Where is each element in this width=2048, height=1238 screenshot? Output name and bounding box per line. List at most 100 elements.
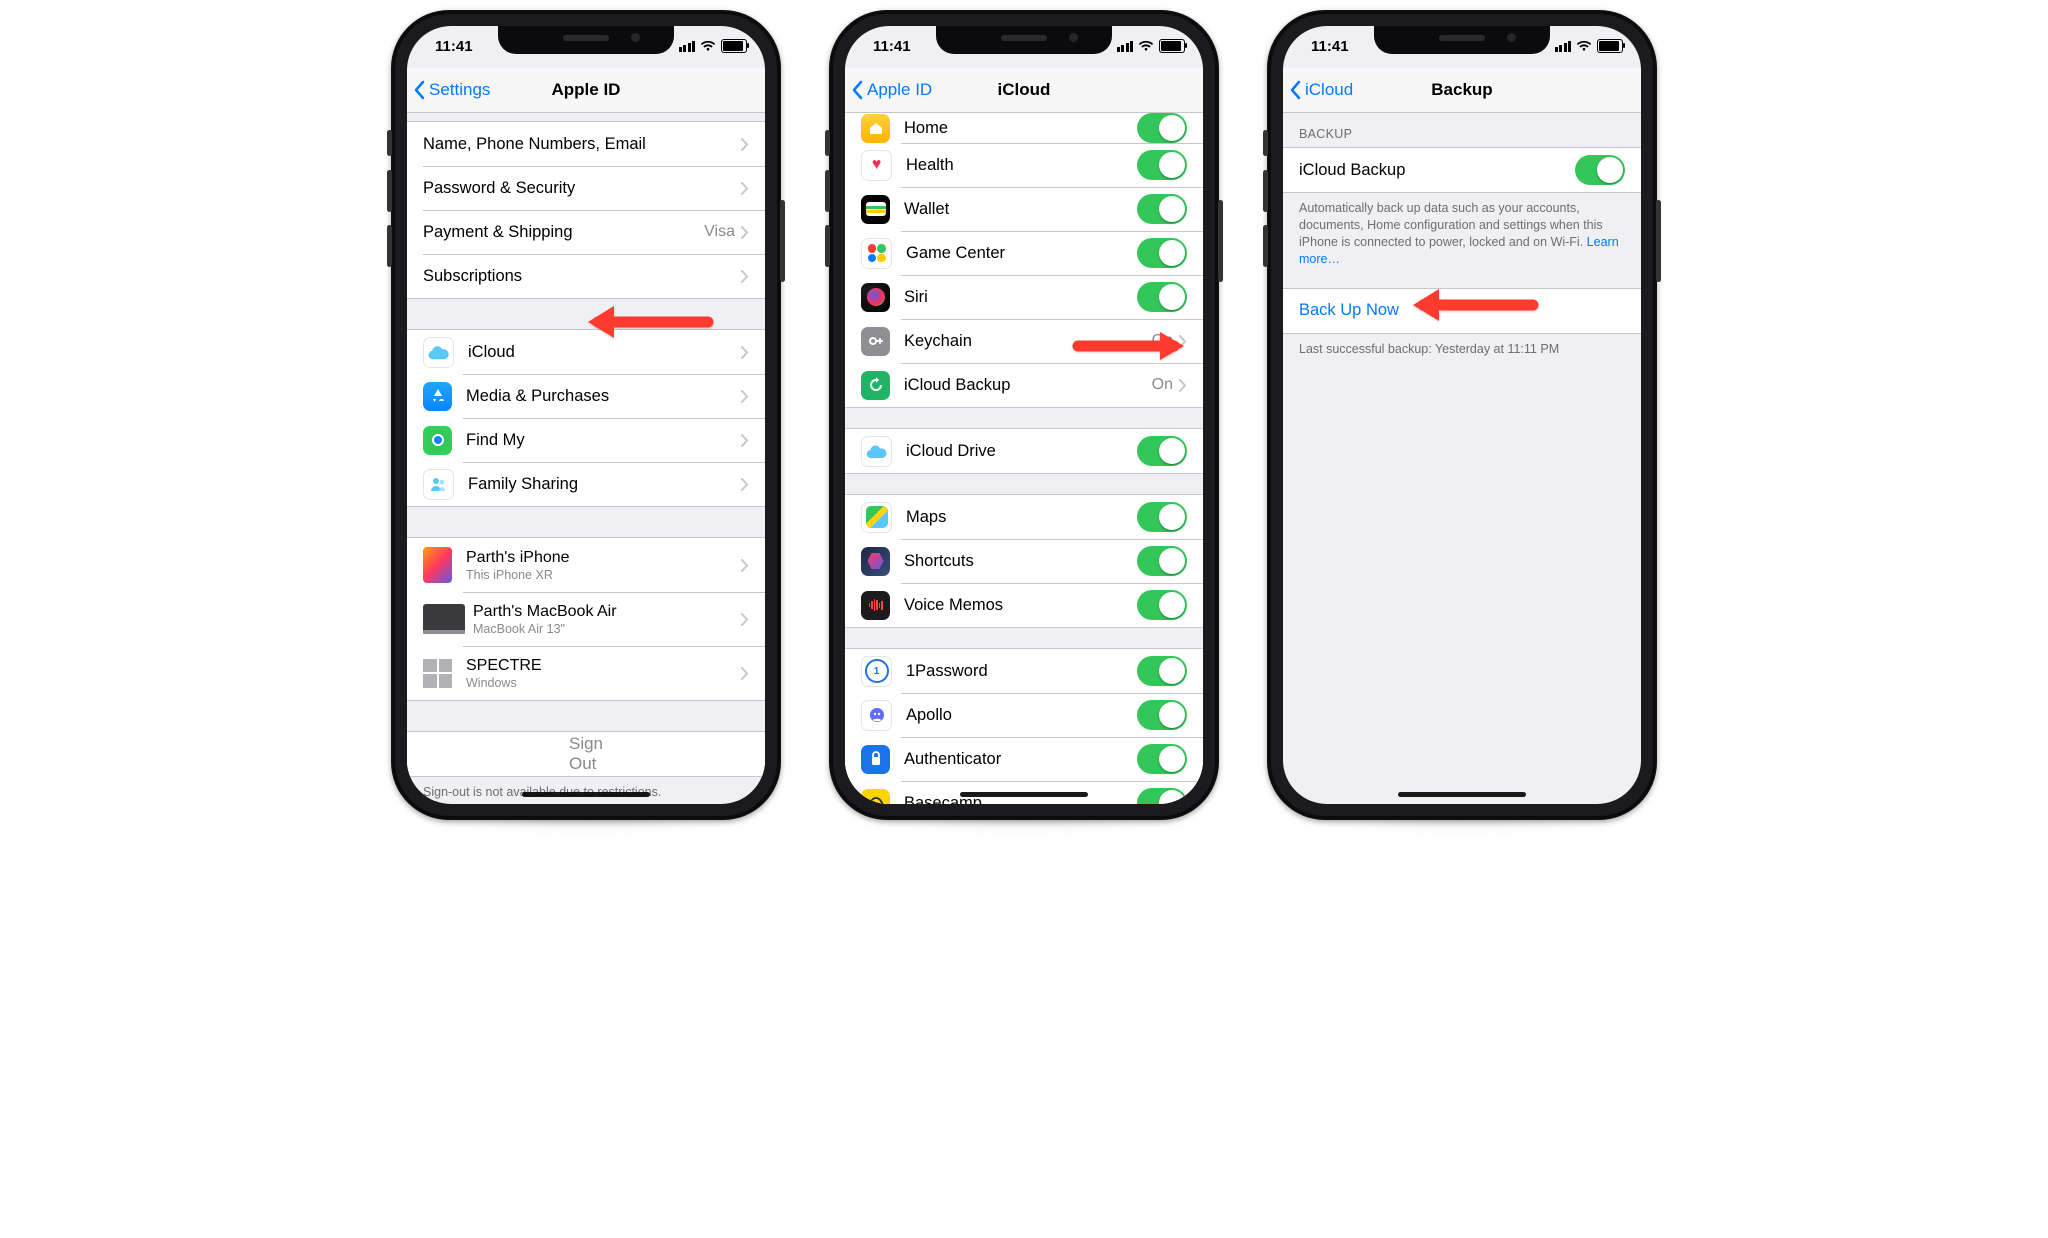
status-time: 11:41 (873, 38, 911, 55)
iphone-icloud: 11:41 Apple ID iCloud Home (829, 10, 1219, 820)
keychain-icon (861, 327, 890, 356)
chevron-right-icon (741, 434, 749, 447)
row-1password[interactable]: 1 1Password (845, 649, 1203, 693)
status-time: 11:41 (1311, 38, 1349, 55)
family-icon (423, 469, 454, 500)
chevron-right-icon (741, 182, 749, 195)
row-home[interactable]: Home (845, 113, 1203, 143)
row-maps[interactable]: Maps (845, 495, 1203, 539)
row-gamecenter[interactable]: Game Center (845, 231, 1203, 275)
row-icloud-backup[interactable]: iCloud Backup On (845, 363, 1203, 407)
battery-icon (1597, 39, 1623, 53)
chevron-right-icon (1179, 379, 1187, 392)
nav-title: Apple ID (552, 80, 621, 100)
health-icon: ♥ (861, 150, 892, 181)
toggle-switch[interactable] (1575, 155, 1625, 185)
row-icloud-drive[interactable]: iCloud Drive (845, 429, 1203, 473)
nav-bar: iCloud Backup (1283, 68, 1641, 113)
basecamp-icon (861, 789, 890, 805)
back-button[interactable]: iCloud (1289, 68, 1353, 112)
back-button[interactable]: Settings (413, 68, 490, 112)
iclouddrive-icon (861, 436, 892, 467)
row-device-iphone[interactable]: Parth's iPhoneThis iPhone XR (407, 538, 765, 592)
toggle-switch[interactable] (1137, 546, 1187, 576)
row-payment-shipping[interactable]: Payment & Shipping Visa (407, 210, 765, 254)
toggle-switch[interactable] (1137, 282, 1187, 312)
gamecenter-icon (861, 238, 892, 269)
chevron-right-icon (741, 667, 749, 680)
battery-icon (1159, 39, 1185, 53)
home-indicator[interactable] (1398, 792, 1526, 797)
status-time: 11:41 (435, 38, 473, 55)
row-findmy[interactable]: Find My (407, 418, 765, 462)
backup-description: Automatically back up data such as your … (1283, 193, 1641, 268)
row-shortcuts[interactable]: Shortcuts (845, 539, 1203, 583)
toggle-switch[interactable] (1137, 656, 1187, 686)
section-header: Backup (1283, 113, 1641, 147)
row-device-macbook[interactable]: Parth's MacBook AirMacBook Air 13" (407, 592, 765, 646)
icloud-icon (423, 337, 454, 368)
chevron-right-icon (1179, 335, 1187, 348)
row-detail: Visa (704, 223, 735, 241)
nav-title: iCloud (998, 80, 1051, 100)
chevron-right-icon (741, 226, 749, 239)
row-icloud-backup-toggle[interactable]: iCloud Backup (1283, 148, 1641, 192)
toggle-switch[interactable] (1137, 436, 1187, 466)
row-device-windows[interactable]: SPECTREWindows (407, 646, 765, 700)
device-windows-icon (423, 659, 452, 688)
back-label: Settings (429, 80, 490, 100)
row-family-sharing[interactable]: Family Sharing (407, 462, 765, 506)
wifi-icon (1138, 40, 1154, 52)
chevron-right-icon (741, 390, 749, 403)
back-label: iCloud (1305, 80, 1353, 100)
row-siri[interactable]: Siri (845, 275, 1203, 319)
chevron-right-icon (741, 270, 749, 283)
chevron-left-icon (851, 80, 863, 100)
wifi-icon (1576, 40, 1592, 52)
row-keychain[interactable]: Keychain On (845, 319, 1203, 363)
row-icloud[interactable]: iCloud (407, 330, 765, 374)
back-button[interactable]: Apple ID (851, 68, 932, 112)
1password-icon: 1 (861, 656, 892, 687)
toggle-switch[interactable] (1137, 502, 1187, 532)
chevron-right-icon (741, 346, 749, 359)
toggle-switch[interactable] (1137, 700, 1187, 730)
chevron-right-icon (741, 559, 749, 572)
nav-title: Backup (1431, 80, 1492, 100)
row-name-phone-email[interactable]: Name, Phone Numbers, Email (407, 122, 765, 166)
home-indicator[interactable] (960, 792, 1088, 797)
toggle-switch[interactable] (1137, 744, 1187, 774)
toggle-switch[interactable] (1137, 194, 1187, 224)
notch (1374, 26, 1550, 54)
nav-bar: Settings Apple ID (407, 68, 765, 113)
signout-button[interactable]: Sign Out (407, 732, 765, 776)
toggle-switch[interactable] (1137, 113, 1187, 143)
row-media-purchases[interactable]: Media & Purchases (407, 374, 765, 418)
backup-now-button[interactable]: Back Up Now (1283, 289, 1641, 333)
row-authenticator[interactable]: Authenticator (845, 737, 1203, 781)
toggle-switch[interactable] (1137, 150, 1187, 180)
row-wallet[interactable]: Wallet (845, 187, 1203, 231)
siri-icon (861, 283, 890, 312)
row-password-security[interactable]: Password & Security (407, 166, 765, 210)
battery-icon (721, 39, 747, 53)
toggle-switch[interactable] (1137, 590, 1187, 620)
appstore-icon (423, 382, 452, 411)
row-voicememos[interactable]: Voice Memos (845, 583, 1203, 627)
home-indicator[interactable] (522, 792, 650, 797)
row-subscriptions[interactable]: Subscriptions (407, 254, 765, 298)
toggle-switch[interactable] (1137, 238, 1187, 268)
findmy-icon (423, 426, 452, 455)
toggle-switch[interactable] (1137, 788, 1187, 804)
row-apollo[interactable]: Apollo (845, 693, 1203, 737)
chevron-right-icon (741, 478, 749, 491)
row-detail: On (1152, 332, 1173, 350)
notch (498, 26, 674, 54)
wifi-icon (700, 40, 716, 52)
chevron-right-icon (741, 613, 749, 626)
home-icon (861, 114, 890, 143)
row-health[interactable]: ♥ Health (845, 143, 1203, 187)
back-label: Apple ID (867, 80, 932, 100)
wallet-icon (861, 195, 890, 224)
authenticator-icon (861, 745, 890, 774)
